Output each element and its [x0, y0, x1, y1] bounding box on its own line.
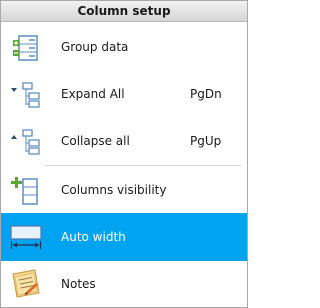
menu-item-label: Collapse all	[61, 134, 130, 148]
menu-item-label: Notes	[61, 277, 96, 291]
menu-item-label: Expand All	[61, 87, 125, 101]
menu-item-notes[interactable]: Notes	[1, 260, 247, 308]
menu-item-label: Auto width	[61, 230, 126, 244]
notes-icon	[10, 269, 42, 301]
menu-item-auto-width[interactable]: Auto width	[1, 213, 247, 261]
menu-item-group-data[interactable]: Group data	[1, 23, 247, 71]
menu-item-expand-all[interactable]: Expand All PgDn	[1, 70, 247, 118]
collapse-all-icon	[10, 126, 42, 158]
menu-item-label: Columns visibility	[61, 183, 167, 197]
expand-all-icon	[10, 79, 42, 111]
shortcut-label: PgDn	[190, 87, 222, 101]
shortcut-label: PgUp	[190, 134, 222, 148]
menu-title: Column setup	[1, 1, 247, 22]
column-setup-menu: Column setup Group data Expand All PgDn …	[0, 0, 248, 308]
menu-item-label: Group data	[61, 40, 129, 54]
columns-visibility-icon	[10, 175, 42, 207]
auto-width-icon	[10, 222, 42, 254]
group-data-icon	[10, 32, 42, 64]
menu-item-collapse-all[interactable]: Collapse all PgUp	[1, 117, 247, 165]
menu-item-columns-visibility[interactable]: Columns visibility	[1, 166, 247, 214]
